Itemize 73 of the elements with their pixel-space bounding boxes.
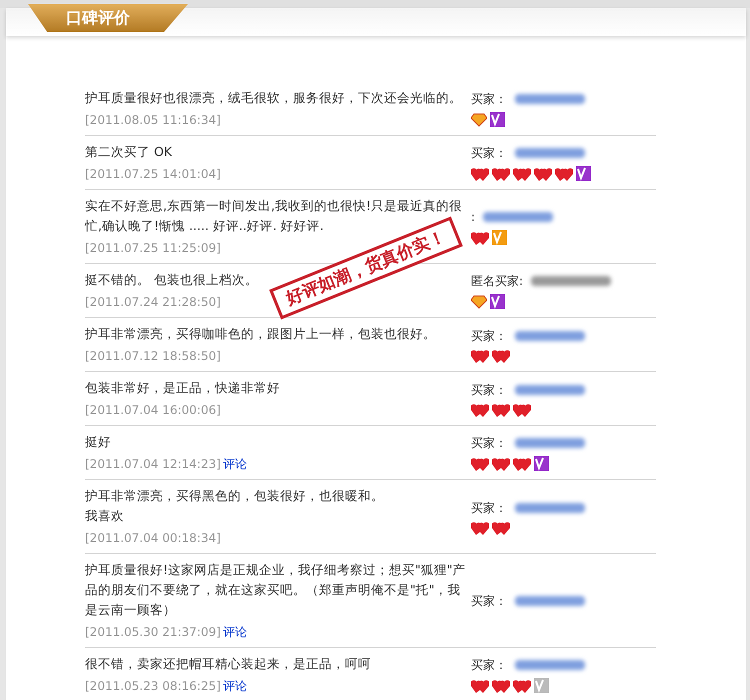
heart-icon	[492, 520, 510, 534]
heart-icon	[492, 456, 510, 470]
diamond-icon	[471, 294, 487, 308]
heart-icon	[471, 456, 489, 470]
heart-icon	[471, 166, 489, 180]
heart-icon	[513, 456, 531, 470]
heart-icon	[555, 166, 573, 180]
vip-icon	[490, 112, 505, 127]
review-text: 护耳质量很好也很漂亮，绒毛很软，服务很好，下次还会光临的。	[85, 89, 462, 107]
blurred-name	[515, 330, 585, 340]
stamp-text: 货真价实！	[362, 226, 449, 278]
review-text: 挺好	[85, 433, 111, 451]
blurred-name	[515, 94, 585, 104]
buyer-label: 匿名买家:	[471, 273, 524, 290]
heart-icon	[492, 348, 510, 362]
review-date: [2011.05.30 21:37:09]	[85, 624, 221, 641]
review-date: [2011.07.25 14:01:04]	[85, 166, 221, 183]
review-date: [2011.07.25 11:25:09]	[85, 240, 221, 257]
buyer-label: 买家：	[471, 657, 507, 674]
heart-icon	[513, 166, 531, 180]
vip-icon	[490, 294, 505, 309]
review-text: 包装非常好，是正品，快递非常好	[85, 379, 280, 397]
review-date: [2011.08.05 11:16:34]	[85, 112, 221, 129]
vip-icon	[576, 166, 591, 181]
review-date: [2011.07.04 00:18:34]	[85, 530, 221, 547]
review-text: 护耳质量很好!这家网店是正规企业，我仔细考察过；想买"狐狸"产品的朋友们不要绕了，就在这家买吧。（郑重声明俺不是"托"，我是云南一顾客）	[85, 561, 467, 619]
review-text: 很不错，卖家还把帽耳精心装起来，是正品，呵呵	[85, 655, 371, 673]
vip-icon	[534, 678, 549, 693]
heart-icon	[471, 678, 489, 692]
vip-icon	[534, 456, 549, 471]
review-date: [2011.05.23 08:16:25]	[85, 678, 221, 695]
review-text: 忙,确认晚了!惭愧 ..... 好评..好评. 好好评.	[85, 217, 324, 235]
blurred-name	[483, 212, 554, 222]
blurred-name	[515, 384, 585, 394]
buyer-label: 买家：	[471, 592, 507, 610]
blurred-name	[515, 596, 585, 606]
review-text: 挺不错的。 包装也很上档次。	[85, 271, 258, 289]
comment-link[interactable]: 评论	[222, 623, 247, 641]
heart-icon	[471, 520, 489, 534]
blurred-name	[515, 660, 585, 670]
review-date: [2011.07.04 16:00:06]	[85, 402, 221, 419]
blurred-name	[515, 438, 585, 448]
section-title: 口碑评价	[66, 7, 130, 29]
buyer-label: 买家：	[471, 328, 507, 344]
heart-icon	[534, 166, 552, 180]
buyer-label: 买家：	[471, 382, 507, 398]
buyer-label: 买家：	[471, 435, 507, 452]
vip-icon	[492, 230, 507, 245]
comment-link[interactable]: 评论	[222, 677, 247, 695]
heart-icon	[471, 402, 489, 416]
diamond-icon	[471, 112, 487, 126]
buyer-label: 买家：	[471, 91, 507, 108]
comment-link[interactable]: 评论	[222, 455, 247, 473]
heart-icon	[513, 402, 531, 416]
heart-icon	[471, 348, 489, 362]
blurred-name	[515, 502, 585, 512]
buyer-label: :	[471, 209, 476, 226]
review-date: [2011.07.12 18:58:50]	[85, 348, 221, 365]
buyer-label: 买家：	[471, 145, 507, 162]
review-text: 第二次买了 OK	[85, 143, 172, 161]
review-text: 我喜欢	[85, 507, 124, 525]
review-text: 实在不好意思,东西第一时间发出,我收到的也很快!只是最近真的很	[85, 197, 462, 215]
heart-icon	[492, 678, 510, 692]
review-date: [2011.07.04 12:14:23]	[85, 456, 221, 473]
review-text: 护耳非常漂亮，买得咖啡色的，跟图片上一样，包装也很好。	[85, 325, 436, 343]
heart-icon	[471, 230, 489, 244]
heart-icon	[492, 402, 510, 416]
heart-icon	[513, 678, 531, 692]
blurred-name	[515, 148, 585, 158]
buyer-label: 买家：	[471, 500, 507, 516]
heart-icon	[492, 166, 510, 180]
review-text: 护耳非常漂亮，买得黑色的，包装很好，也很暖和。	[85, 487, 384, 505]
review-date: [2011.07.24 21:28:50]	[85, 294, 221, 311]
